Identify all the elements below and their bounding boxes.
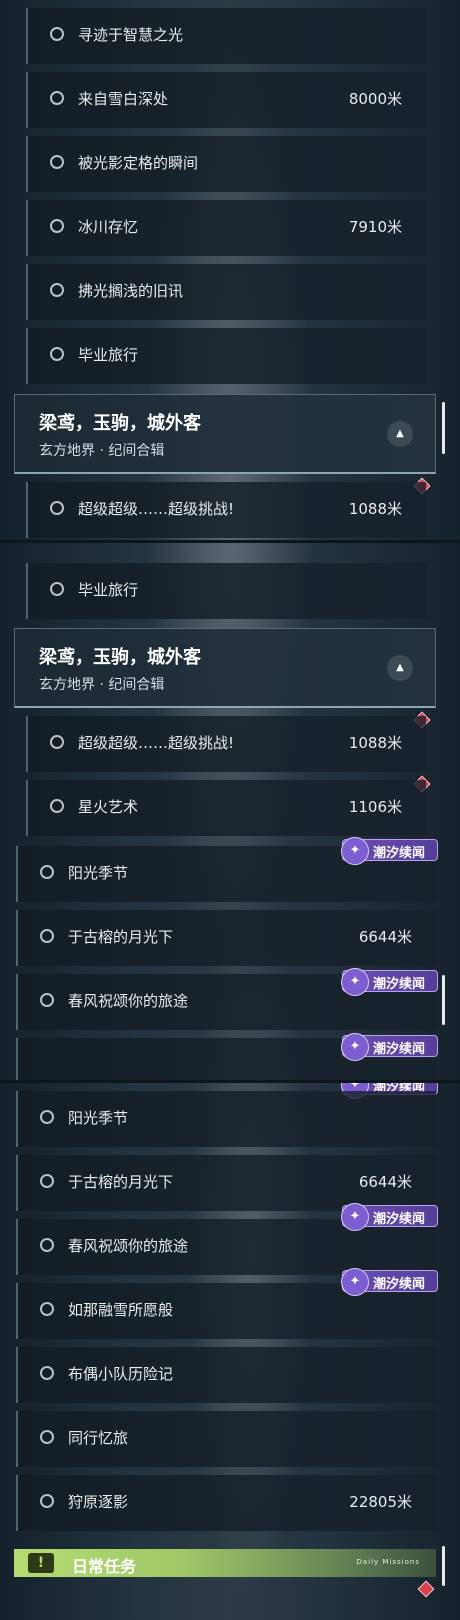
quest-status-circle-icon [40,1366,54,1380]
quest-distance: 1088米 [348,734,402,752]
quest-name: 布偶小队历险记 [68,1365,174,1383]
quest-row[interactable]: 于古榕的月光下 6644米 [16,910,436,966]
quest-status-circle-icon [50,799,64,813]
quest-status-circle-icon [50,582,64,596]
daily-missions-label: 日常任务 [72,1557,137,1576]
quest-name: 于古榕的月光下 [68,1173,174,1191]
quest-status-circle-icon [40,1302,54,1316]
quest-name: 被光影定格的瞬间 [78,154,199,172]
scrollbar-thumb[interactable] [442,975,445,1025]
quest-row[interactable]: 超级超级……超级挑战! 1088米 [26,716,426,772]
quest-status-circle-icon [50,735,64,749]
quest-row[interactable]: 毕业旅行 [26,563,426,619]
daily-missions-sublabel: Daily Missions [356,1558,420,1566]
quest-name: 星火艺术 [78,798,139,816]
quest-row[interactable]: 春风祝颂你的旅途 [16,1219,436,1275]
group-subtitle: 玄方地界 · 纪间合辑 [39,443,165,459]
collapse-icon[interactable]: ▲ [387,421,413,447]
quest-name: 拂光搁浅的旧讯 [78,282,184,300]
quest-list-segment-3: ✦ 潮汐续闻 阳光季节 于古榕的月光下 6644米 春风祝颂你的旅途 ✦ 潮汐续… [0,1083,460,1620]
daily-missions-header[interactable]: ! 日常任务 Daily Missions [14,1549,436,1577]
event-badge-label: 潮汐续闻 [373,1042,426,1057]
quest-status-circle-icon [40,1430,54,1444]
quest-status-circle-icon [40,1494,54,1508]
quest-status-circle-icon [50,91,64,105]
quest-status-circle-icon [50,27,64,41]
quest-name: 毕业旅行 [78,346,139,364]
quest-status-circle-icon [40,993,54,1007]
quest-row[interactable]: 星火艺术 1106米 [26,780,426,836]
quest-name: 寻迹于智慧之光 [78,26,184,44]
event-badge-label: 潮汐续闻 [373,1212,426,1227]
event-badge: ✦ 潮汐续闻 [341,968,438,996]
quest-list-segment-1: 寻迹于智慧之光 来自雪白深处 8000米 被光影定格的瞬间 冰川存忆 7910米… [0,0,460,540]
quest-status-circle-icon [50,347,64,361]
quest-row[interactable]: 拂光搁浅的旧讯 [26,264,426,320]
event-badge: ✦ 潮汐续闻 [341,1203,438,1231]
quest-row[interactable]: 布偶小队历险记 [16,1347,436,1403]
quest-distance: 6644米 [358,1173,412,1191]
quest-status-circle-icon [40,1174,54,1188]
event-badge: ✦ 潮汐续闻 [341,837,438,865]
quest-group-header[interactable]: 梁鸢，玉驹，城外客 玄方地界 · 纪间合辑 ▲ [14,628,436,708]
quest-name: 狩原逐影 [68,1493,129,1511]
quest-row[interactable]: 被光影定格的瞬间 [26,136,426,192]
quest-status-circle-icon [40,1110,54,1124]
quest-name: 阳光季节 [68,864,129,882]
quest-row[interactable]: 冰川存忆 7910米 [26,200,426,256]
event-badge-label: 潮汐续闻 [373,846,426,861]
quest-row[interactable]: 毕业旅行 [26,328,426,384]
quest-status-circle-icon [40,865,54,879]
group-title: 梁鸢，玉驹，城外客 [39,647,201,668]
quest-distance: 22805米 [349,1493,412,1511]
quest-name: 于古榕的月光下 [68,928,174,946]
collapse-icon[interactable]: ▲ [387,655,413,681]
quest-status-circle-icon [50,155,64,169]
quest-distance: 8000米 [348,90,402,108]
quest-name: 春风祝颂你的旅途 [68,992,189,1010]
quest-row[interactable]: 寻迹于智慧之光 [26,8,426,64]
quest-name: 春风祝颂你的旅途 [68,1237,189,1255]
quest-row[interactable]: 同行忆旅 [16,1411,436,1467]
group-title: 梁鸢，玉驹，城外客 [39,413,201,434]
event-badge: ✦ 潮汐续闻 [341,1268,438,1296]
tide-event-icon: ✦ [341,1268,369,1296]
scrollbar-thumb[interactable] [442,402,445,454]
tide-event-icon: ✦ [341,968,369,996]
quest-row[interactable]: 阳光季节 [16,1091,436,1147]
scrollbar-thumb[interactable] [442,1546,445,1586]
tide-event-icon: ✦ [341,1203,369,1231]
quest-list-segment-2: 毕业旅行 梁鸢，玉驹，城外客 玄方地界 · 纪间合辑 ▲ 超级超级……超级挑战!… [0,543,460,1080]
quest-distance: 6644米 [358,928,412,946]
quest-distance: 1106米 [348,798,402,816]
quest-status-circle-icon [40,929,54,943]
quest-name: 超级超级……超级挑战! [78,500,235,518]
tide-event-icon: ✦ [341,837,369,865]
quest-status-circle-icon [50,501,64,515]
quest-distance: 1088米 [348,500,402,518]
quest-name: 毕业旅行 [78,581,139,599]
quest-status-circle-icon [50,219,64,233]
quest-name: 冰川存忆 [78,218,139,236]
event-badge-label: 潮汐续闻 [373,1277,426,1292]
quest-row[interactable]: 来自雪白深处 8000米 [26,72,426,128]
event-badge: ✦ 潮汐续闻 [341,1033,438,1061]
quest-name: 阳光季节 [68,1109,129,1127]
quest-status-circle-icon [40,1238,54,1252]
event-badge-label: 潮汐续闻 [373,977,426,992]
alert-icon: ! [28,1553,54,1573]
group-subtitle: 玄方地界 · 纪间合辑 [39,677,165,693]
quest-distance: 7910米 [348,218,402,236]
quest-name: 来自雪白深处 [78,90,169,108]
quest-group-header[interactable]: 梁鸢，玉驹，城外客 玄方地界 · 纪间合辑 ▲ [14,394,436,474]
quest-name: 同行忆旅 [68,1429,129,1447]
quest-status-circle-icon [50,283,64,297]
quest-row[interactable]: 狩原逐影 22805米 [16,1475,436,1531]
quest-row[interactable]: 于古榕的月光下 6644米 [16,1155,436,1211]
quest-name: 超级超级……超级挑战! [78,734,235,752]
quest-name: 如那融雪所愿般 [68,1301,174,1319]
quest-row[interactable]: 超级超级……超级挑战! 1088米 [26,482,426,538]
tide-event-icon: ✦ [341,1033,369,1061]
